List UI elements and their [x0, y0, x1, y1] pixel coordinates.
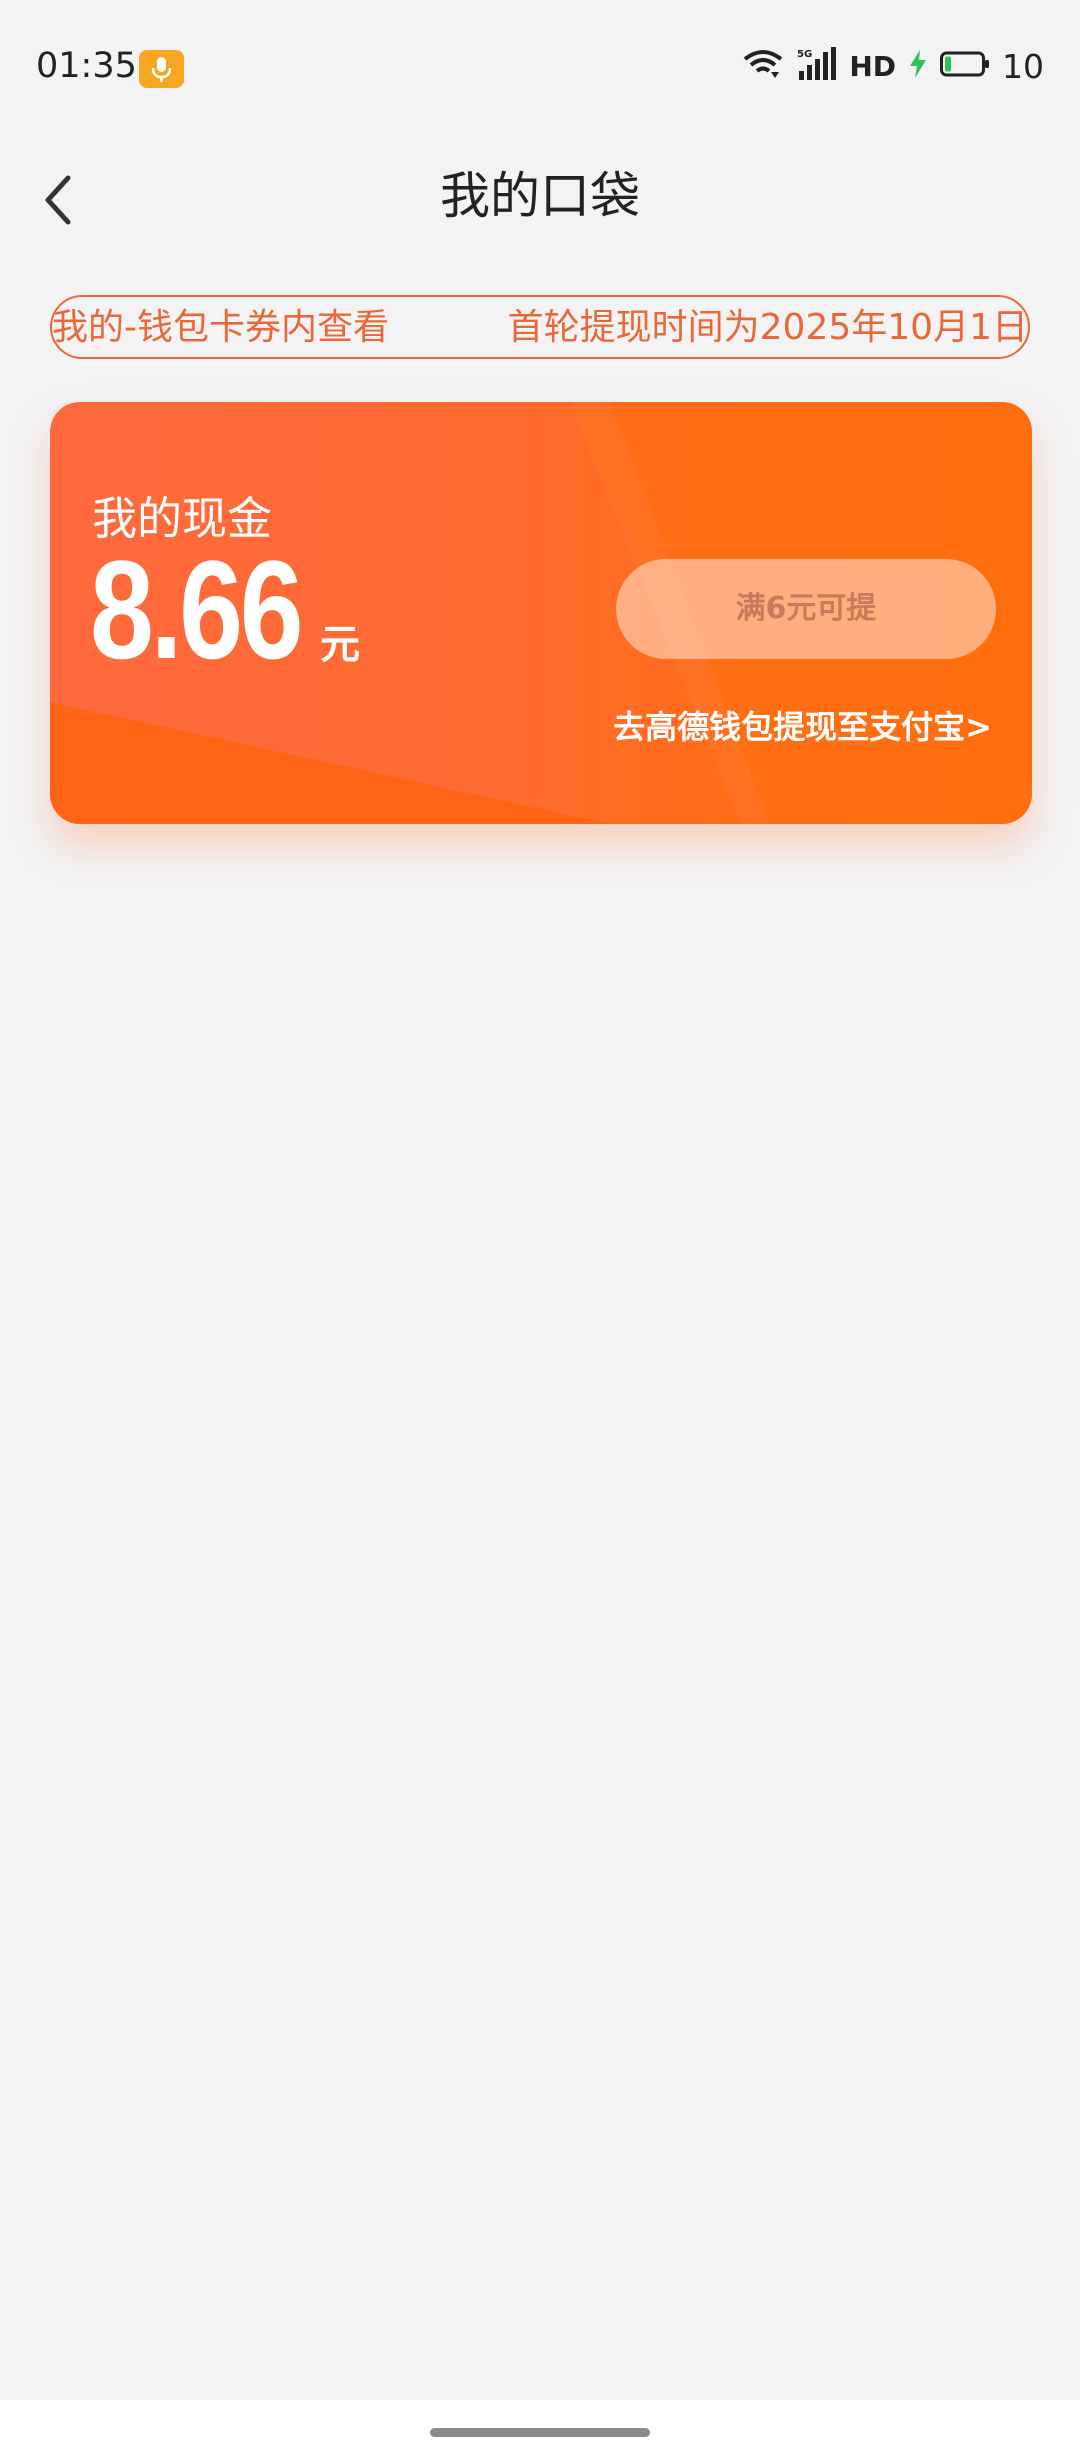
microphone-icon	[139, 50, 184, 88]
home-indicator[interactable]	[430, 2428, 650, 2437]
status-right-group: 5G HD 10	[743, 44, 1044, 88]
status-bar: 01:35 5G HD 10	[0, 0, 1080, 140]
withdraw-button[interactable]: 满6元可提	[616, 559, 996, 659]
battery-level: 10	[1002, 46, 1044, 86]
notice-left-text: 我的-钱包卡券内查看	[52, 307, 389, 348]
hd-indicator: HD	[849, 49, 896, 83]
signal-icon: 5G	[795, 47, 837, 85]
alipay-withdraw-link[interactable]: 去高德钱包提现至支付宝>	[613, 702, 992, 748]
status-time: 01:35	[36, 46, 137, 86]
svg-text:5G: 5G	[797, 49, 812, 60]
notice-banner: 我的-钱包卡券内查看 首轮提现时间为2025年10月1日	[50, 295, 1030, 359]
cash-unit: 元	[320, 622, 360, 668]
gesture-bar-area	[0, 2400, 1080, 2460]
wifi-icon	[743, 48, 783, 84]
charging-icon	[908, 50, 928, 82]
page-title: 我的口袋	[440, 167, 640, 225]
notice-right-text: 首轮提现时间为2025年10月1日	[507, 307, 1028, 348]
cash-amount-row: 8.66 元	[90, 540, 360, 680]
battery-icon	[940, 50, 990, 82]
nav-bar: 我的口袋	[0, 140, 1080, 260]
cash-amount: 8.66	[90, 531, 304, 688]
cash-card: 我的现金 8.66 元 满6元可提 去高德钱包提现至支付宝>	[50, 402, 1032, 824]
